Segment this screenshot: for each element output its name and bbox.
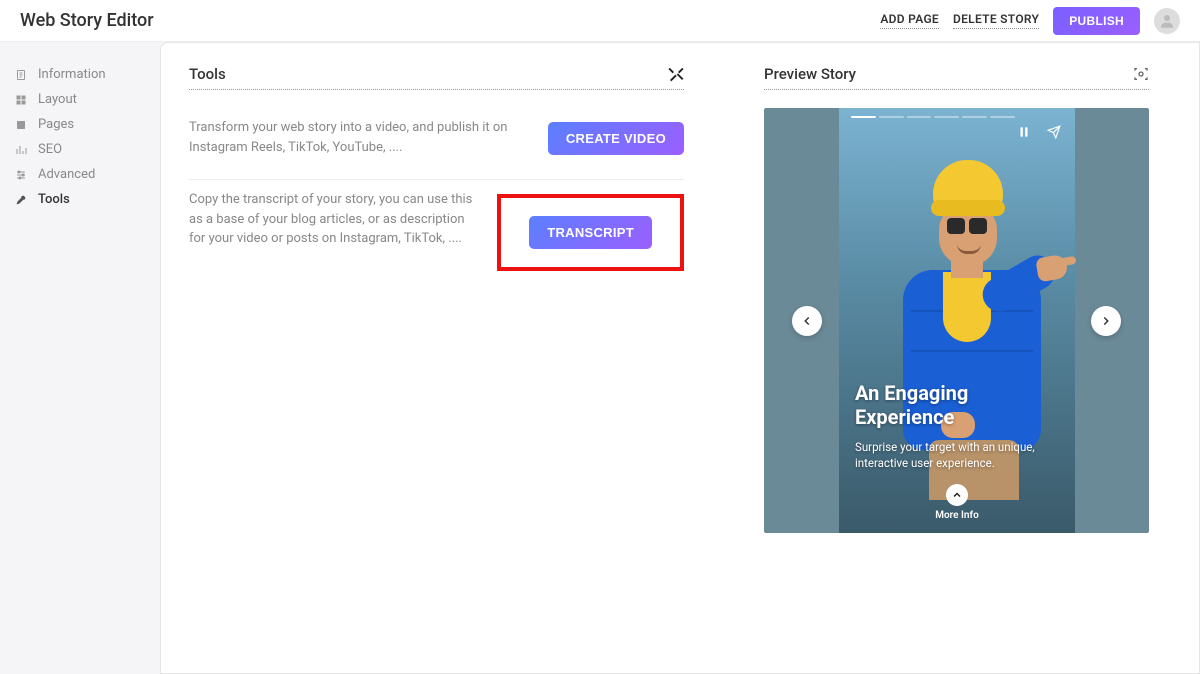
story-preview: An Engaging Experience Surprise your tar… — [764, 108, 1149, 533]
create-video-button[interactable]: CREATE VIDEO — [548, 122, 684, 155]
chart-icon — [14, 143, 28, 157]
user-icon — [1158, 12, 1176, 30]
sidebar: Information Layout Pages SEO Advanced To… — [0, 42, 160, 674]
doc-icon — [14, 68, 28, 82]
next-slide-button[interactable] — [1091, 306, 1121, 336]
tool-description: Copy the transcript of your story, you c… — [189, 190, 477, 249]
chevron-up-icon — [951, 489, 963, 501]
highlight-annotation: TRANSCRIPT — [497, 194, 684, 271]
sidebar-item-advanced[interactable]: Advanced — [0, 162, 160, 187]
layout-icon — [14, 93, 28, 107]
scan-icon[interactable] — [1133, 66, 1149, 82]
sidebar-item-pages[interactable]: Pages — [0, 112, 160, 137]
pause-icon[interactable] — [1017, 124, 1031, 143]
story-more-info[interactable]: More Info — [839, 484, 1075, 521]
story-slide[interactable]: An Engaging Experience Surprise your tar… — [839, 108, 1075, 533]
preview-panel: Preview Story — [764, 65, 1149, 651]
page-title: Web Story Editor — [20, 10, 154, 31]
share-icon[interactable] — [1047, 124, 1061, 143]
avatar[interactable] — [1154, 8, 1180, 34]
tools-icon — [14, 193, 28, 207]
story-caption: Surprise your target with an unique, int… — [855, 439, 1059, 471]
tools-panel: Tools Transform your web story into a vi… — [189, 65, 684, 651]
transcript-button[interactable]: TRANSCRIPT — [529, 216, 652, 249]
sidebar-item-label: Tools — [38, 192, 70, 207]
publish-button[interactable]: PUBLISH — [1053, 7, 1140, 35]
story-progress — [851, 116, 1015, 118]
sidebar-item-layout[interactable]: Layout — [0, 87, 160, 112]
chevron-left-icon — [800, 314, 814, 328]
tools-icon — [668, 66, 684, 82]
sidebar-item-tools[interactable]: Tools — [0, 187, 160, 212]
sidebar-item-seo[interactable]: SEO — [0, 137, 160, 162]
tools-panel-title: Tools — [189, 65, 226, 83]
sidebar-item-label: Pages — [38, 117, 74, 132]
pages-icon — [14, 118, 28, 132]
tool-row-create-video: Transform your web story into a video, a… — [189, 108, 684, 180]
sidebar-item-label: Layout — [38, 92, 77, 107]
add-page-link[interactable]: ADD PAGE — [880, 12, 939, 29]
sliders-icon — [14, 168, 28, 182]
sidebar-item-label: Advanced — [38, 167, 95, 182]
chevron-right-icon — [1099, 314, 1113, 328]
delete-story-link[interactable]: DELETE STORY — [953, 12, 1039, 29]
prev-slide-button[interactable] — [792, 306, 822, 336]
sidebar-item-label: Information — [38, 67, 106, 82]
tool-row-transcript: Copy the transcript of your story, you c… — [189, 180, 684, 293]
sidebar-item-label: SEO — [38, 142, 62, 157]
more-info-label: More Info — [839, 510, 1075, 521]
story-heading: An Engaging Experience — [855, 381, 1059, 429]
preview-panel-title: Preview Story — [764, 65, 856, 83]
sidebar-item-information[interactable]: Information — [0, 62, 160, 87]
header-actions: ADD PAGE DELETE STORY PUBLISH — [880, 7, 1180, 35]
tool-description: Transform your web story into a video, a… — [189, 118, 528, 157]
